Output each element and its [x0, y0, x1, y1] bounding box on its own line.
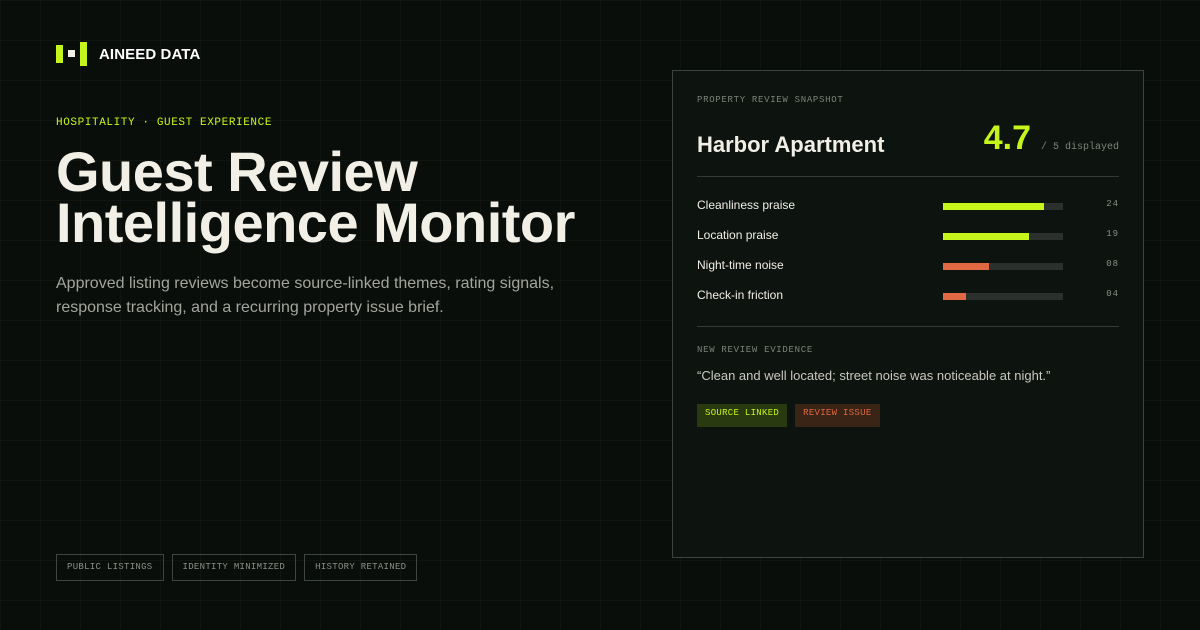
- card-eyebrow: PROPERTY REVIEW SNAPSHOT: [697, 95, 844, 105]
- brand-name: AINEED DATA: [99, 45, 201, 63]
- page-title: Guest Review Intelligence Monitor: [56, 140, 575, 254]
- divider: [697, 176, 1119, 177]
- hero-subtitle: Approved listing reviews become source-l…: [56, 275, 555, 316]
- metric-row: Location praise 19: [697, 225, 1119, 255]
- metric-row: Cleanliness praise 24: [697, 195, 1119, 225]
- metric-bar-fill: [943, 293, 966, 300]
- metric-label: Night-time noise: [697, 258, 784, 272]
- review-quote: “Clean and well located; street noise wa…: [697, 368, 1051, 383]
- evidence-tags: SOURCE LINKED REVIEW ISSUE: [697, 404, 888, 427]
- logo-mark-icon: [56, 42, 88, 66]
- metric-row: Night-time noise 08: [697, 255, 1119, 285]
- evidence-eyebrow: NEW REVIEW EVIDENCE: [697, 345, 813, 355]
- metric-bar-fill: [943, 233, 1030, 240]
- chip-public-listings: PUBLIC LISTINGS: [56, 554, 164, 581]
- theme-metrics: Cleanliness praise 24 Location praise 19…: [697, 195, 1119, 315]
- metric-bar-track: [943, 293, 1063, 300]
- footer-chips: PUBLIC LISTINGS IDENTITY MINIMIZED HISTO…: [56, 554, 425, 581]
- metric-label: Cleanliness praise: [697, 198, 796, 212]
- rating: 4.7 / 5 displayed: [984, 119, 1119, 158]
- page-title-line-2: Intelligence Monitor: [56, 191, 575, 254]
- metric-bar-track: [943, 263, 1063, 270]
- tag-source-linked: SOURCE LINKED: [697, 404, 788, 427]
- metric-label: Location praise: [697, 228, 779, 242]
- tag-review-issue: REVIEW ISSUE: [795, 404, 880, 427]
- hero-eyebrow: HOSPITALITY · GUEST EXPERIENCE: [56, 117, 273, 129]
- property-review-card: PROPERTY REVIEW SNAPSHOT Harbor Apartmen…: [672, 70, 1144, 558]
- chip-identity-minimized: IDENTITY MINIMIZED: [171, 554, 297, 581]
- rating-scale: / 5 displayed: [1040, 142, 1119, 153]
- brand-logo: AINEED DATA: [56, 42, 200, 66]
- property-name: Harbor Apartment: [697, 132, 885, 157]
- metric-count: 24: [1106, 199, 1119, 209]
- metric-count: 04: [1106, 289, 1119, 299]
- divider: [697, 326, 1119, 327]
- metric-count: 08: [1106, 259, 1119, 269]
- page-title-line-1: Guest Review: [56, 140, 418, 203]
- metric-bar-track: [943, 203, 1063, 210]
- rating-value: 4.7: [983, 119, 1031, 157]
- metric-row: Check-in friction 04: [697, 285, 1119, 315]
- metric-bar-fill: [943, 263, 989, 270]
- metric-label: Check-in friction: [697, 288, 784, 302]
- chip-history-retained: HISTORY RETAINED: [304, 554, 418, 581]
- metric-count: 19: [1106, 229, 1119, 239]
- metric-bar-track: [943, 233, 1063, 240]
- metric-bar-fill: [943, 203, 1044, 210]
